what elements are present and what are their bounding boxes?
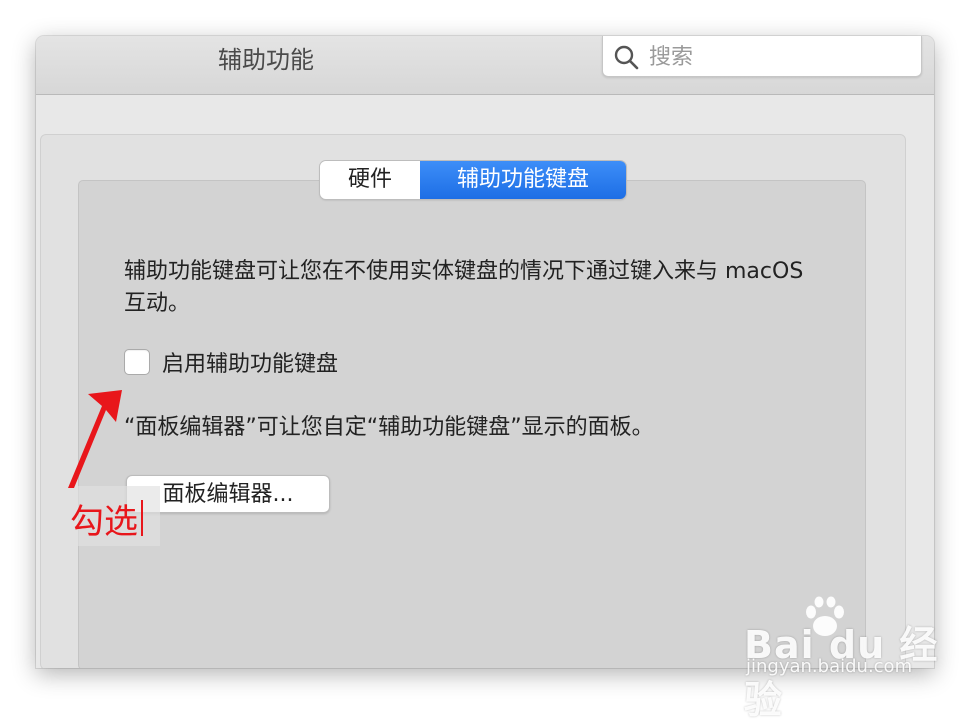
- search-input[interactable]: [647, 40, 911, 74]
- enable-keyboard-checkbox[interactable]: [124, 349, 150, 375]
- search-field[interactable]: [602, 36, 922, 77]
- search-icon: [614, 45, 639, 70]
- tab-bar: 硬件 辅助功能键盘: [320, 161, 626, 199]
- tab-hardware[interactable]: 硬件: [320, 161, 420, 199]
- annotation-arrow-icon: [68, 390, 122, 488]
- tab-accessibility-keyboard[interactable]: 辅助功能键盘: [420, 161, 626, 199]
- panel-editor-description: “面板编辑器”可让您自定“辅助功能键盘”显示的面板。: [124, 415, 654, 440]
- keyboard-description: 辅助功能键盘可让您在不使用实体键盘的情况下通过键入来与 macOS 互动。: [124, 259, 804, 316]
- window-title: 辅助功能: [218, 46, 314, 74]
- annotation-label: 勾选: [70, 502, 138, 542]
- baidu-watermark: Bai du 经验 jingyan.baidu.com: [744, 596, 944, 722]
- preferences-window: 辅助功能 硬件 辅助功能键盘 辅助功能键盘可让您在不使用实体键盘的情况下通过键入…: [36, 36, 934, 668]
- enable-keyboard-label[interactable]: 启用辅助功能键盘: [162, 346, 338, 378]
- enable-keyboard-row[interactable]: 启用辅助功能键盘: [124, 346, 338, 378]
- paw-icon: [806, 596, 844, 636]
- text-cursor: [141, 500, 143, 536]
- title-bar: 辅助功能: [36, 36, 934, 95]
- watermark-url: jingyan.baidu.com: [746, 656, 913, 677]
